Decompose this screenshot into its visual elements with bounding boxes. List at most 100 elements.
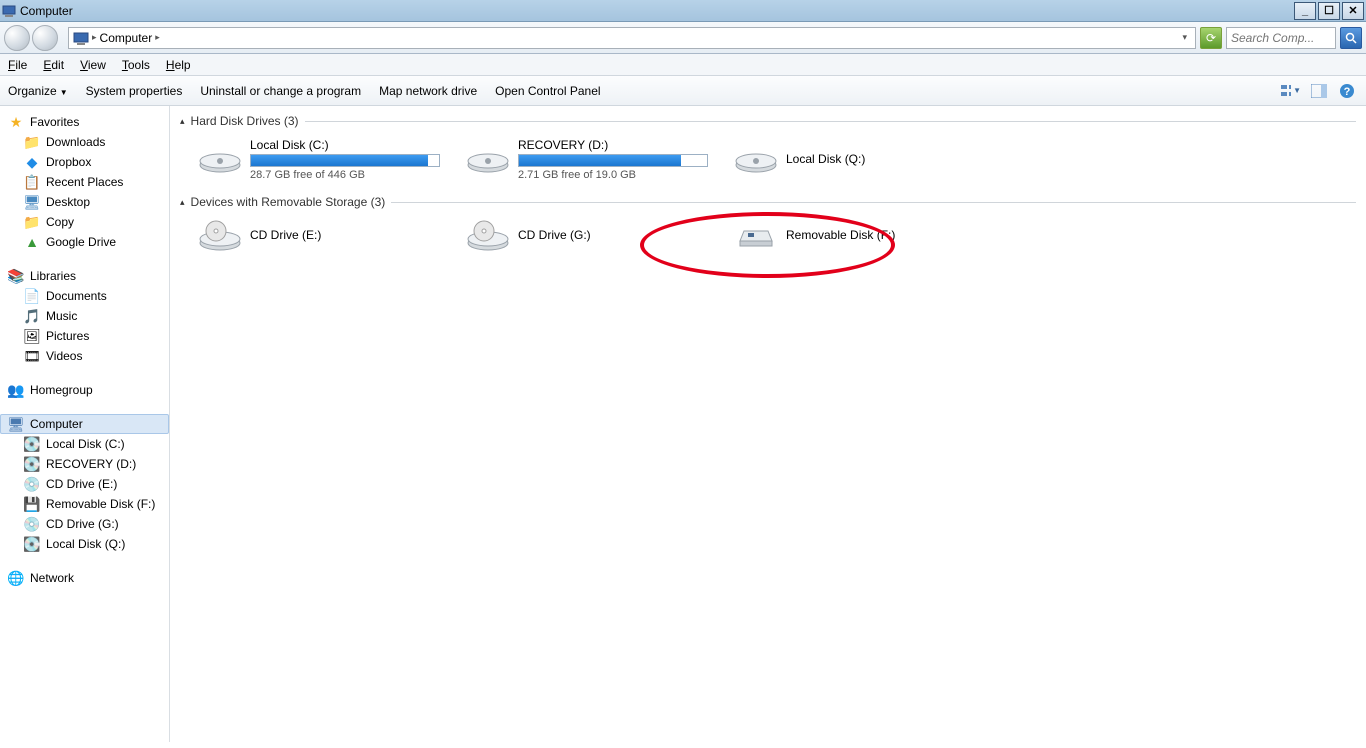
nav-drive-c[interactable]: 💽Local Disk (C:) [0, 434, 169, 454]
cd-icon: 💿 [24, 516, 40, 532]
drive-g-label: CD Drive (G:) [518, 228, 716, 242]
refresh-button[interactable]: ⟳ [1200, 27, 1222, 49]
menu-bar: File Edit View Tools Help [0, 54, 1366, 76]
pictures-icon: 🖼 [24, 328, 40, 344]
nav-google-drive[interactable]: ▲Google Drive [0, 232, 169, 252]
nav-downloads[interactable]: 📁Downloads [0, 132, 169, 152]
address-bar[interactable]: ▸ Computer ▸ ▾ [68, 27, 1196, 49]
drive-q[interactable]: Local Disk (Q:) [734, 134, 984, 185]
group-removable-header[interactable]: ▴ Devices with Removable Storage (3) [180, 195, 1356, 209]
hdd-icon: 💽 [24, 536, 40, 552]
nav-desktop[interactable]: 🖥Desktop [0, 192, 169, 212]
collapse-icon: ▴ [180, 197, 185, 208]
nav-drive-q[interactable]: 💽Local Disk (Q:) [0, 534, 169, 554]
minimize-button[interactable]: _ [1294, 2, 1316, 20]
organize-button[interactable]: Organize▼ [8, 84, 68, 98]
nav-toolbar: ▸ Computer ▸ ▾ ⟳ [0, 22, 1366, 54]
cd-icon: 💿 [24, 476, 40, 492]
hdd-icon: 💽 [24, 436, 40, 452]
nav-computer[interactable]: 🖥 Computer [0, 414, 169, 434]
removable-disk-icon [734, 219, 778, 253]
cd-drive-icon [466, 219, 510, 253]
close-button[interactable]: ✕ [1342, 2, 1364, 20]
preview-pane-button[interactable] [1308, 81, 1330, 101]
drive-d-usage-bar [518, 154, 708, 167]
breadcrumb-separator-icon: ▸ [92, 32, 97, 43]
nav-copy[interactable]: 📁Copy [0, 212, 169, 232]
recent-icon: 📋 [24, 174, 40, 190]
homegroup-icon: 👥 [8, 382, 24, 398]
nav-drive-f[interactable]: 💾Removable Disk (F:) [0, 494, 169, 514]
libraries-icon: 📚 [8, 268, 24, 284]
menu-tools[interactable]: Tools [122, 58, 150, 72]
view-options-button[interactable]: ▼ [1280, 81, 1302, 101]
dropbox-icon: ◆ [24, 154, 40, 170]
menu-edit[interactable]: Edit [43, 58, 64, 72]
hdd-icon [198, 143, 242, 177]
open-control-panel-button[interactable]: Open Control Panel [495, 84, 600, 98]
menu-view[interactable]: View [80, 58, 106, 72]
nav-network[interactable]: 🌐 Network [0, 568, 169, 588]
nav-homegroup-label: Homegroup [30, 383, 93, 397]
breadcrumb-separator-icon[interactable]: ▸ [155, 32, 160, 43]
divider [305, 121, 1356, 122]
search-box[interactable] [1226, 27, 1336, 49]
hdd-icon [734, 143, 778, 177]
search-input[interactable] [1231, 31, 1331, 45]
drive-d-label: RECOVERY (D:) [518, 138, 716, 152]
nav-videos[interactable]: 🎞Videos [0, 346, 169, 366]
breadcrumb-location[interactable]: Computer [100, 31, 153, 45]
drive-c[interactable]: Local Disk (C:) 28.7 GB free of 446 GB [198, 134, 448, 185]
group-hdd-title: Hard Disk Drives (3) [191, 114, 299, 128]
nav-documents[interactable]: 📄Documents [0, 286, 169, 306]
nav-favorites[interactable]: ★ Favorites [0, 112, 169, 132]
drive-d-free: 2.71 GB free of 19.0 GB [518, 169, 716, 181]
map-network-drive-button[interactable]: Map network drive [379, 84, 477, 98]
drive-q-label: Local Disk (Q:) [786, 152, 984, 166]
command-bar: Organize▼ System properties Uninstall or… [0, 76, 1366, 106]
uninstall-program-button[interactable]: Uninstall or change a program [200, 84, 361, 98]
group-removable-title: Devices with Removable Storage (3) [191, 195, 386, 209]
drive-f[interactable]: Removable Disk (F:) [734, 215, 984, 257]
group-hdd-header[interactable]: ▴ Hard Disk Drives (3) [180, 114, 1356, 128]
cd-drive-icon [198, 219, 242, 253]
nav-drive-g[interactable]: 💿CD Drive (G:) [0, 514, 169, 534]
gdrive-icon: ▲ [24, 234, 40, 250]
titlebar: Computer _ ☐ ✕ [0, 0, 1366, 22]
nav-recent-places[interactable]: 📋Recent Places [0, 172, 169, 192]
star-icon: ★ [8, 114, 24, 130]
hdd-icon [466, 143, 510, 177]
nav-pictures[interactable]: 🖼Pictures [0, 326, 169, 346]
maximize-button[interactable]: ☐ [1318, 2, 1340, 20]
desktop-icon: 🖥 [24, 194, 40, 210]
system-properties-button[interactable]: System properties [86, 84, 183, 98]
nav-libraries[interactable]: 📚 Libraries [0, 266, 169, 286]
drive-c-usage-bar [250, 154, 440, 167]
content-pane: ▴ Hard Disk Drives (3) Local Disk (C:) 2… [170, 106, 1366, 742]
nav-drive-d[interactable]: 💽RECOVERY (D:) [0, 454, 169, 474]
music-icon: 🎵 [24, 308, 40, 324]
documents-icon: 📄 [24, 288, 40, 304]
drive-c-label: Local Disk (C:) [250, 138, 448, 152]
address-dropdown-icon[interactable]: ▾ [1178, 32, 1191, 43]
nav-music[interactable]: 🎵Music [0, 306, 169, 326]
drive-g[interactable]: CD Drive (G:) [466, 215, 716, 257]
nav-drive-e[interactable]: 💿CD Drive (E:) [0, 474, 169, 494]
forward-button[interactable] [32, 25, 58, 51]
nav-dropbox[interactable]: ◆Dropbox [0, 152, 169, 172]
menu-help[interactable]: Help [166, 58, 191, 72]
navigation-pane: ★ Favorites 📁Downloads ◆Dropbox 📋Recent … [0, 106, 170, 742]
computer-icon [2, 4, 16, 18]
nav-libraries-label: Libraries [30, 269, 76, 283]
network-icon: 🌐 [8, 570, 24, 586]
nav-homegroup[interactable]: 👥 Homegroup [0, 380, 169, 400]
help-button[interactable]: ? [1336, 81, 1358, 101]
computer-icon [73, 30, 89, 46]
drive-d[interactable]: RECOVERY (D:) 2.71 GB free of 19.0 GB [466, 134, 716, 185]
back-button[interactable] [4, 25, 30, 51]
menu-file[interactable]: File [8, 58, 27, 72]
svg-text:?: ? [1344, 86, 1351, 98]
window-title: Computer [20, 4, 1292, 18]
search-button[interactable] [1340, 27, 1362, 49]
drive-e[interactable]: CD Drive (E:) [198, 215, 448, 257]
